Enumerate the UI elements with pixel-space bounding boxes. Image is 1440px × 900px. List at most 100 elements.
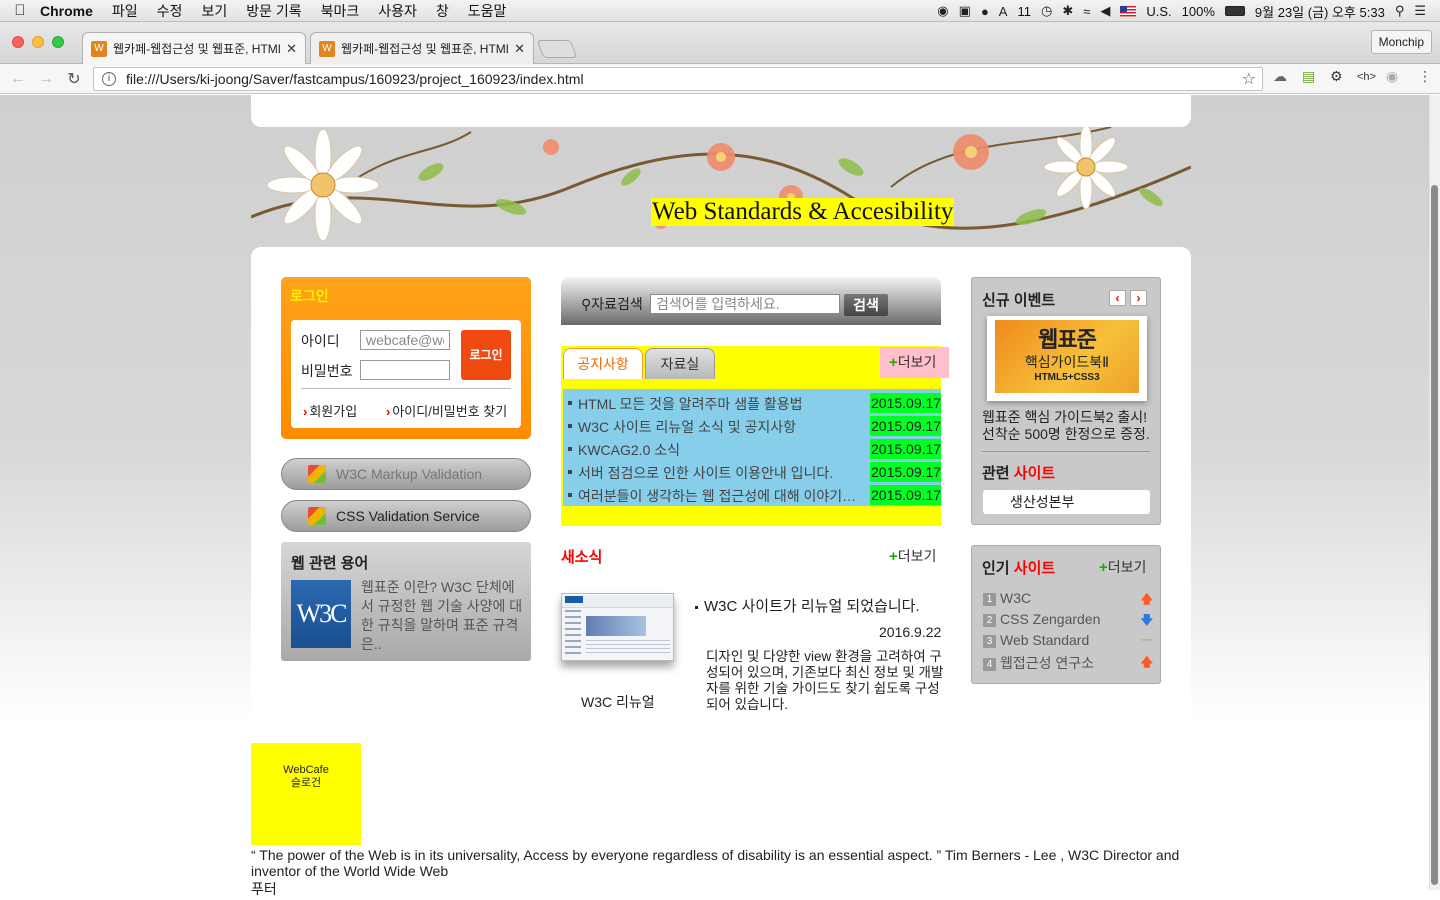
menu-edit[interactable]: 수정 <box>157 1 183 21</box>
menu-help[interactable]: 도움말 <box>468 1 507 21</box>
reload-icon[interactable]: ↻ <box>60 69 88 89</box>
login-button[interactable]: 로그인 <box>461 330 511 380</box>
notice-title[interactable]: HTML 모든 것을 알려주마 샘플 활용법 <box>578 394 868 414</box>
list-item[interactable]: KWCAG2.0 소식 2015.09.17 <box>563 439 941 459</box>
site-name[interactable]: W3C <box>1000 590 1031 606</box>
popular-prefix: 인기 <box>982 560 1014 577</box>
search-icon: ⚲ <box>581 296 592 312</box>
book-cover-tag: HTML5+CSS3 <box>1034 372 1100 383</box>
glossary-text[interactable]: 웹표준 이란? W3C 단체에서 규정한 웹 기술 사양에 대한 규칙을 말하며… <box>361 578 523 654</box>
list-item[interactable]: 서버 점검으로 인한 사이트 이용안내 입니다. 2015.09.17 <box>563 462 941 482</box>
site-name[interactable]: Web Standard <box>1000 632 1089 648</box>
zoom-window-button[interactable] <box>52 36 64 48</box>
address-bar[interactable]: i file:///Users/ki-joong/Saver/fastcampu… <box>93 67 1263 91</box>
news-thumbnail[interactable] <box>561 593 674 661</box>
battery-icon[interactable] <box>1224 6 1245 16</box>
list-item[interactable]: W3C 사이트 리뉴얼 소식 및 공지사항 2015.09.17 <box>563 416 941 436</box>
time-machine-icon[interactable]: ◷ <box>1041 3 1052 19</box>
extension-icon[interactable]: ◉ <box>1386 68 1398 85</box>
new-tab-button[interactable] <box>536 40 578 58</box>
list-item[interactable]: 3 Web Standard — <box>983 632 1153 648</box>
scrollbar-thumb[interactable] <box>1431 185 1438 885</box>
url-text[interactable]: file:///Users/ki-joong/Saver/fastcampus/… <box>126 71 584 87</box>
site-name[interactable]: 웹접근성 연구소 <box>1000 655 1094 671</box>
login-box: 로그인 아이디 비밀번호 로그인 ›회원가입 ›아이디/비밀번호 찾기 <box>281 277 531 439</box>
notice-title[interactable]: 여러분들이 생각하는 웹 접근성에 대해 이야기를 나눠봅시다. <box>578 486 868 506</box>
site-name[interactable]: CSS Zengarden <box>1000 611 1100 627</box>
menu-bookmarks[interactable]: 북마크 <box>321 1 360 21</box>
web-glossary-box: 웹 관련 용어 W3C 웹표준 이란? W3C 단체에서 규정한 웹 기술 사양… <box>281 542 531 661</box>
popular-more-link[interactable]: +더보기 <box>1099 557 1146 577</box>
html-tag-extension-icon[interactable]: <h> <box>1357 71 1376 83</box>
us-flag-icon[interactable] <box>1120 5 1137 17</box>
close-tab-icon[interactable]: ✕ <box>514 41 525 57</box>
trend-up-icon: 🡅 <box>1140 592 1153 606</box>
settings-gear-icon[interactable]: ⚙ <box>1330 68 1343 85</box>
clock[interactable]: 9월 23일 (금) 오후 5:33 <box>1255 2 1385 21</box>
join-link[interactable]: › 회원가입 <box>303 401 357 420</box>
css-validation-button[interactable]: CSS Validation Service <box>281 500 531 532</box>
input-source[interactable]: U.S. <box>1146 4 1171 19</box>
password-input[interactable] <box>360 360 450 380</box>
prev-arrow-button[interactable]: ‹ <box>1109 290 1126 306</box>
list-item[interactable]: HTML 모든 것을 알려주마 샘플 활용법 2015.09.17 <box>563 393 941 413</box>
menu-window[interactable]: 창 <box>436 1 449 21</box>
profile-button[interactable]: Monchip <box>1370 30 1432 54</box>
notification-center-icon[interactable]: ☰ <box>1414 3 1426 19</box>
more-label: 더보기 <box>897 548 937 564</box>
menu-history[interactable]: 방문 기록 <box>246 1 301 21</box>
camera-icon[interactable]: ◉ <box>937 3 948 19</box>
drive-extension-icon[interactable]: ☁ <box>1273 68 1287 85</box>
close-window-button[interactable] <box>12 36 24 48</box>
notice-title[interactable]: KWCAG2.0 소식 <box>578 440 868 460</box>
menu-app-name[interactable]: Chrome <box>40 3 93 19</box>
feedly-extension-icon[interactable]: ▤ <box>1302 68 1315 85</box>
notice-more-link[interactable]: +더보기 <box>880 347 949 378</box>
browser-tab-2[interactable]: W 웹카페-웹접근성 및 웹표준, HTML5 ✕ <box>310 32 534 64</box>
page-info-icon[interactable]: i <box>102 72 116 86</box>
apple-menu-icon[interactable]:  <box>0 2 40 19</box>
notice-title[interactable]: W3C 사이트 리뉴얼 소식 및 공지사항 <box>578 417 868 437</box>
bluetooth-icon[interactable]: ✱ <box>1062 3 1073 19</box>
list-item[interactable]: 여러분들이 생각하는 웹 접근성에 대해 이야기를 나눠봅시다.2015.09.… <box>563 485 941 505</box>
close-tab-icon[interactable]: ✕ <box>286 41 297 57</box>
tab-notice[interactable]: 공지사항 <box>563 348 643 379</box>
related-site-select[interactable]: 생산성본부 <box>983 490 1150 514</box>
screenshot-icon[interactable]: ▣ <box>959 3 971 19</box>
list-item[interactable]: 4 웹접근성 연구소 🡅 <box>983 653 1153 673</box>
spotlight-search-icon[interactable]: ⚲ <box>1395 3 1405 19</box>
search-button[interactable]: 검색 <box>844 294 888 316</box>
menu-people[interactable]: 사용자 <box>378 1 417 21</box>
forward-arrow-icon[interactable]: → <box>32 70 60 88</box>
login-title: 로그인 <box>290 288 329 304</box>
list-item[interactable]: 2 CSS Zengarden 🡇 <box>983 611 1153 627</box>
chat-bubble-icon[interactable]: ● <box>981 4 989 19</box>
browser-tab-1[interactable]: W 웹카페-웹접근성 및 웹표준, HTML5 ✕ <box>82 32 306 64</box>
w3c-markup-validation-button[interactable]: W3C Markup Validation <box>281 458 531 490</box>
menu-file[interactable]: 파일 <box>112 1 138 21</box>
notice-date: 2015.09.17 <box>870 462 942 482</box>
notice-title[interactable]: 서버 점검으로 인한 사이트 이용안내 입니다. <box>578 463 868 483</box>
list-item[interactable]: 1 W3C 🡅 <box>983 590 1153 606</box>
event-book-image[interactable]: 웹표준 핵심가이드북Ⅱ HTML5+CSS3 <box>987 316 1147 401</box>
news-headline[interactable]: W3C 사이트가 리뉴얼 되었습니다. <box>695 595 920 616</box>
chrome-menu-icon[interactable]: ⋮ <box>1418 68 1432 85</box>
bookmark-star-icon[interactable]: ☆ <box>1242 69 1256 89</box>
id-input[interactable] <box>360 330 450 350</box>
next-arrow-button[interactable]: › <box>1130 290 1147 306</box>
event-text-line2: 선착순 500명 한정으로 증정. <box>982 426 1150 442</box>
search-box: ⚲자료검색 검색 <box>561 277 941 325</box>
menu-view[interactable]: 보기 <box>201 1 227 21</box>
find-account-link[interactable]: › 아이디/비밀번호 찾기 <box>386 401 507 420</box>
minimize-window-button[interactable] <box>32 36 44 48</box>
search-input[interactable] <box>650 294 840 314</box>
volume-icon[interactable]: ◀ <box>1100 3 1110 19</box>
back-arrow-icon[interactable]: ← <box>4 70 32 88</box>
news-more-link[interactable]: +더보기 <box>889 546 936 566</box>
ai-icon[interactable]: A <box>999 4 1008 19</box>
tab-archive[interactable]: 자료실 <box>645 348 715 379</box>
bullet <box>568 470 572 474</box>
wifi-icon[interactable]: ≈ <box>1083 4 1090 19</box>
login-divider <box>301 388 511 389</box>
banner-title: Web Standards & Accesibility <box>651 198 955 226</box>
